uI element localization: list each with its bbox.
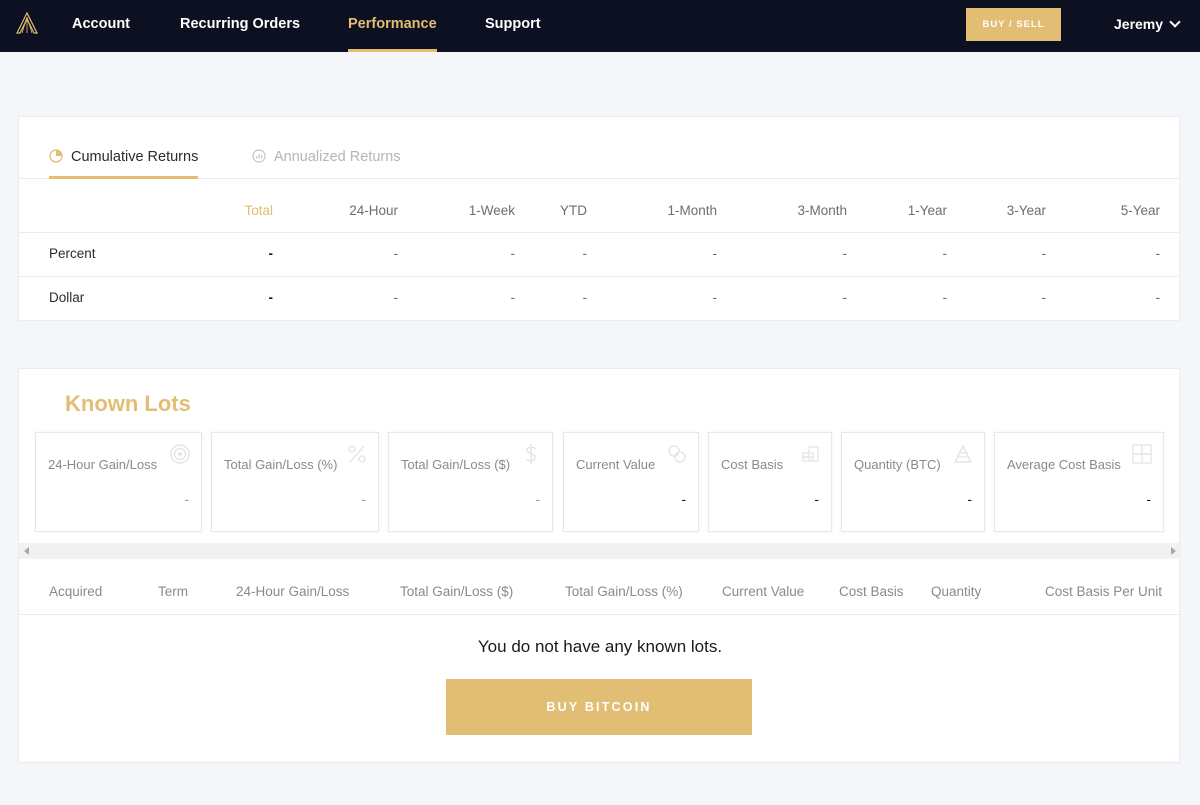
dollar-3-year-value: -	[1041, 290, 1047, 305]
dollar-ytd-value: -	[582, 290, 588, 305]
buy-bitcoin-button[interactable]: BUY BITCOIN	[446, 679, 752, 735]
coins-icon	[668, 445, 686, 463]
nav-item-support[interactable]: Support	[485, 0, 541, 52]
stat-label: Total Gain/Loss ($)	[401, 457, 511, 472]
col-header-acquired[interactable]: Acquired	[49, 584, 102, 599]
percent-1-month-value: -	[712, 246, 718, 261]
stat-24-hour-gain-loss: 24-Hour Gain/Loss -	[35, 432, 202, 532]
col-header-1-week: 1-Week	[468, 203, 515, 218]
row-label-percent: Percent	[49, 246, 96, 261]
percent-24-hour-value: -	[393, 246, 399, 261]
col-header-ytd: YTD	[560, 203, 587, 218]
lots-table-header: Acquired Term 24-Hour Gain/Loss Total Ga…	[19, 575, 1181, 615]
percent-icon	[348, 445, 366, 463]
known-lots-card: Known Lots 24-Hour Gain/Loss - Total Gai…	[18, 368, 1181, 763]
dollar-1-month-value: -	[712, 290, 718, 305]
stat-current-value: Current Value -	[563, 432, 699, 532]
stat-label: Quantity (BTC)	[854, 457, 941, 472]
col-header-total: Total	[244, 203, 273, 218]
nav-item-performance[interactable]: Performance	[348, 0, 437, 52]
scroll-left-arrow-icon[interactable]	[24, 547, 29, 555]
stats-strip: 24-Hour Gain/Loss - Total Gain/Loss (%) …	[19, 431, 1181, 537]
coin-stack-icon	[802, 446, 819, 462]
returns-header-row: Total 24-Hour 1-Week YTD 1-Month 3-Month…	[19, 189, 1179, 233]
pie-chart-icon	[49, 149, 63, 163]
stat-total-gain-loss-dollar: Total Gain/Loss ($) -	[388, 432, 553, 532]
bar-chart-circle-icon	[252, 149, 266, 163]
horizontal-scrollbar[interactable]	[19, 543, 1181, 559]
dollar-icon	[526, 444, 536, 464]
pyramid-icon	[953, 444, 973, 463]
user-name: Jeremy	[1114, 16, 1164, 32]
stat-label: 24-Hour Gain/Loss	[48, 457, 158, 472]
stat-value: -	[1146, 491, 1151, 507]
dollar-24-hour-value: -	[393, 290, 399, 305]
grid-icon	[1132, 444, 1152, 464]
stat-cost-basis: Cost Basis -	[708, 432, 832, 532]
stat-total-gain-loss-percent: Total Gain/Loss (%) -	[211, 432, 379, 532]
col-header-3-month: 3-Month	[797, 203, 847, 218]
stat-average-cost-basis: Average Cost Basis -	[994, 432, 1164, 532]
stat-value: -	[535, 491, 540, 507]
col-header-total-gain-loss-dollar[interactable]: Total Gain/Loss ($)	[400, 584, 513, 599]
dollar-3-month-value: -	[842, 290, 848, 305]
returns-tabs: Cumulative Returns Annualized Returns	[19, 117, 1179, 179]
col-header-5-year: 5-Year	[1120, 203, 1160, 218]
nav-item-recurring-orders[interactable]: Recurring Orders	[180, 0, 300, 52]
col-header-total-gain-loss-percent[interactable]: Total Gain/Loss (%)	[565, 584, 683, 599]
row-label-dollar: Dollar	[49, 290, 85, 305]
tab-cumulative-returns[interactable]: Cumulative Returns	[49, 149, 199, 179]
dollar-1-week-value: -	[510, 290, 516, 305]
stat-quantity-btc: Quantity (BTC) -	[841, 432, 985, 532]
col-header-1-year: 1-Year	[907, 203, 947, 218]
percent-total-value: -	[268, 246, 274, 261]
stat-value: -	[967, 491, 972, 507]
logo-icon[interactable]	[15, 11, 39, 35]
stat-label: Current Value	[576, 457, 656, 472]
returns-row-percent: Percent - - - - - - - - -	[19, 233, 1179, 277]
col-header-cost-basis[interactable]: Cost Basis	[839, 584, 904, 599]
col-header-current-value[interactable]: Current Value	[722, 584, 804, 599]
col-header-cost-basis-per-unit[interactable]: Cost Basis Per Unit	[1045, 584, 1162, 599]
percent-ytd-value: -	[582, 246, 588, 261]
top-nav-bar: Account Recurring Orders Performance Sup…	[0, 0, 1200, 52]
tab-label: Cumulative Returns	[71, 149, 199, 165]
stat-label: Cost Basis	[721, 457, 784, 472]
buy-sell-button[interactable]: BUY / SELL	[966, 8, 1061, 41]
stat-value: -	[681, 491, 686, 507]
col-header-24-hour: 24-Hour	[349, 203, 398, 218]
percent-3-month-value: -	[842, 246, 848, 261]
empty-lots-message: You do not have any known lots.	[477, 637, 723, 656]
returns-row-dollar: Dollar - - - - - - - - -	[19, 277, 1179, 321]
nav-item-account[interactable]: Account	[72, 0, 130, 52]
stat-label: Average Cost Basis	[1007, 457, 1121, 472]
tab-label: Annualized Returns	[274, 149, 401, 165]
known-lots-title: Known Lots	[65, 391, 191, 416]
returns-card: Cumulative Returns Annualized Returns To…	[18, 116, 1180, 321]
dollar-1-year-value: -	[942, 290, 948, 305]
stat-value: -	[361, 491, 366, 507]
stat-label: Total Gain/Loss (%)	[224, 457, 338, 472]
percent-3-year-value: -	[1041, 246, 1047, 261]
percent-1-week-value: -	[510, 246, 516, 261]
tab-annualized-returns[interactable]: Annualized Returns	[252, 149, 401, 179]
target-icon	[170, 444, 190, 464]
col-header-1-month: 1-Month	[667, 203, 717, 218]
percent-1-year-value: -	[942, 246, 948, 261]
stat-value: -	[814, 491, 819, 507]
col-header-3-year: 3-Year	[1006, 203, 1046, 218]
dollar-total-value: -	[268, 290, 274, 305]
chevron-down-icon	[1169, 16, 1181, 28]
dollar-5-year-value: -	[1155, 290, 1161, 305]
percent-5-year-value: -	[1155, 246, 1161, 261]
col-header-quantity[interactable]: Quantity	[931, 584, 981, 599]
col-header-24-hour-gain-loss[interactable]: 24-Hour Gain/Loss	[236, 584, 349, 599]
user-menu[interactable]: Jeremy	[1114, 0, 1181, 48]
stat-value: -	[184, 491, 189, 507]
col-header-term[interactable]: Term	[158, 584, 188, 599]
scroll-right-arrow-icon[interactable]	[1171, 547, 1176, 555]
